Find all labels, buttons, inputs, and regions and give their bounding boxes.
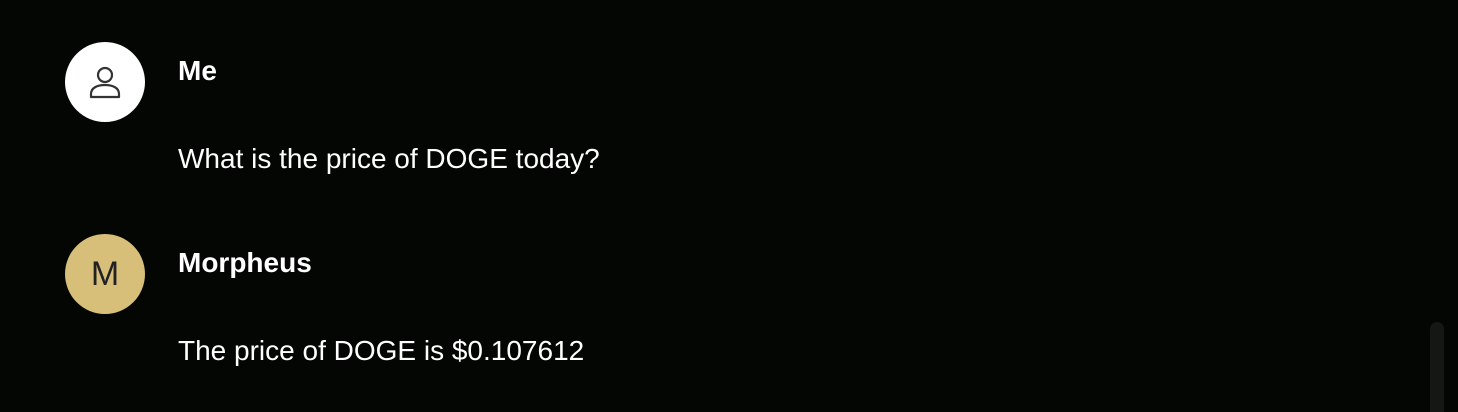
message-text: What is the price of DOGE today? bbox=[178, 143, 600, 174]
sender-name: Me bbox=[178, 55, 217, 86]
person-icon bbox=[89, 66, 121, 99]
assistant-avatar: M bbox=[65, 234, 145, 314]
chat-transcript: Me What is the price of DOGE today? M Mo… bbox=[0, 0, 1458, 412]
scrollbar-thumb[interactable] bbox=[1430, 322, 1444, 412]
message-text: The price of DOGE is $0.107612 bbox=[178, 335, 585, 366]
user-avatar bbox=[65, 42, 145, 122]
sender-name: Morpheus bbox=[178, 247, 312, 278]
